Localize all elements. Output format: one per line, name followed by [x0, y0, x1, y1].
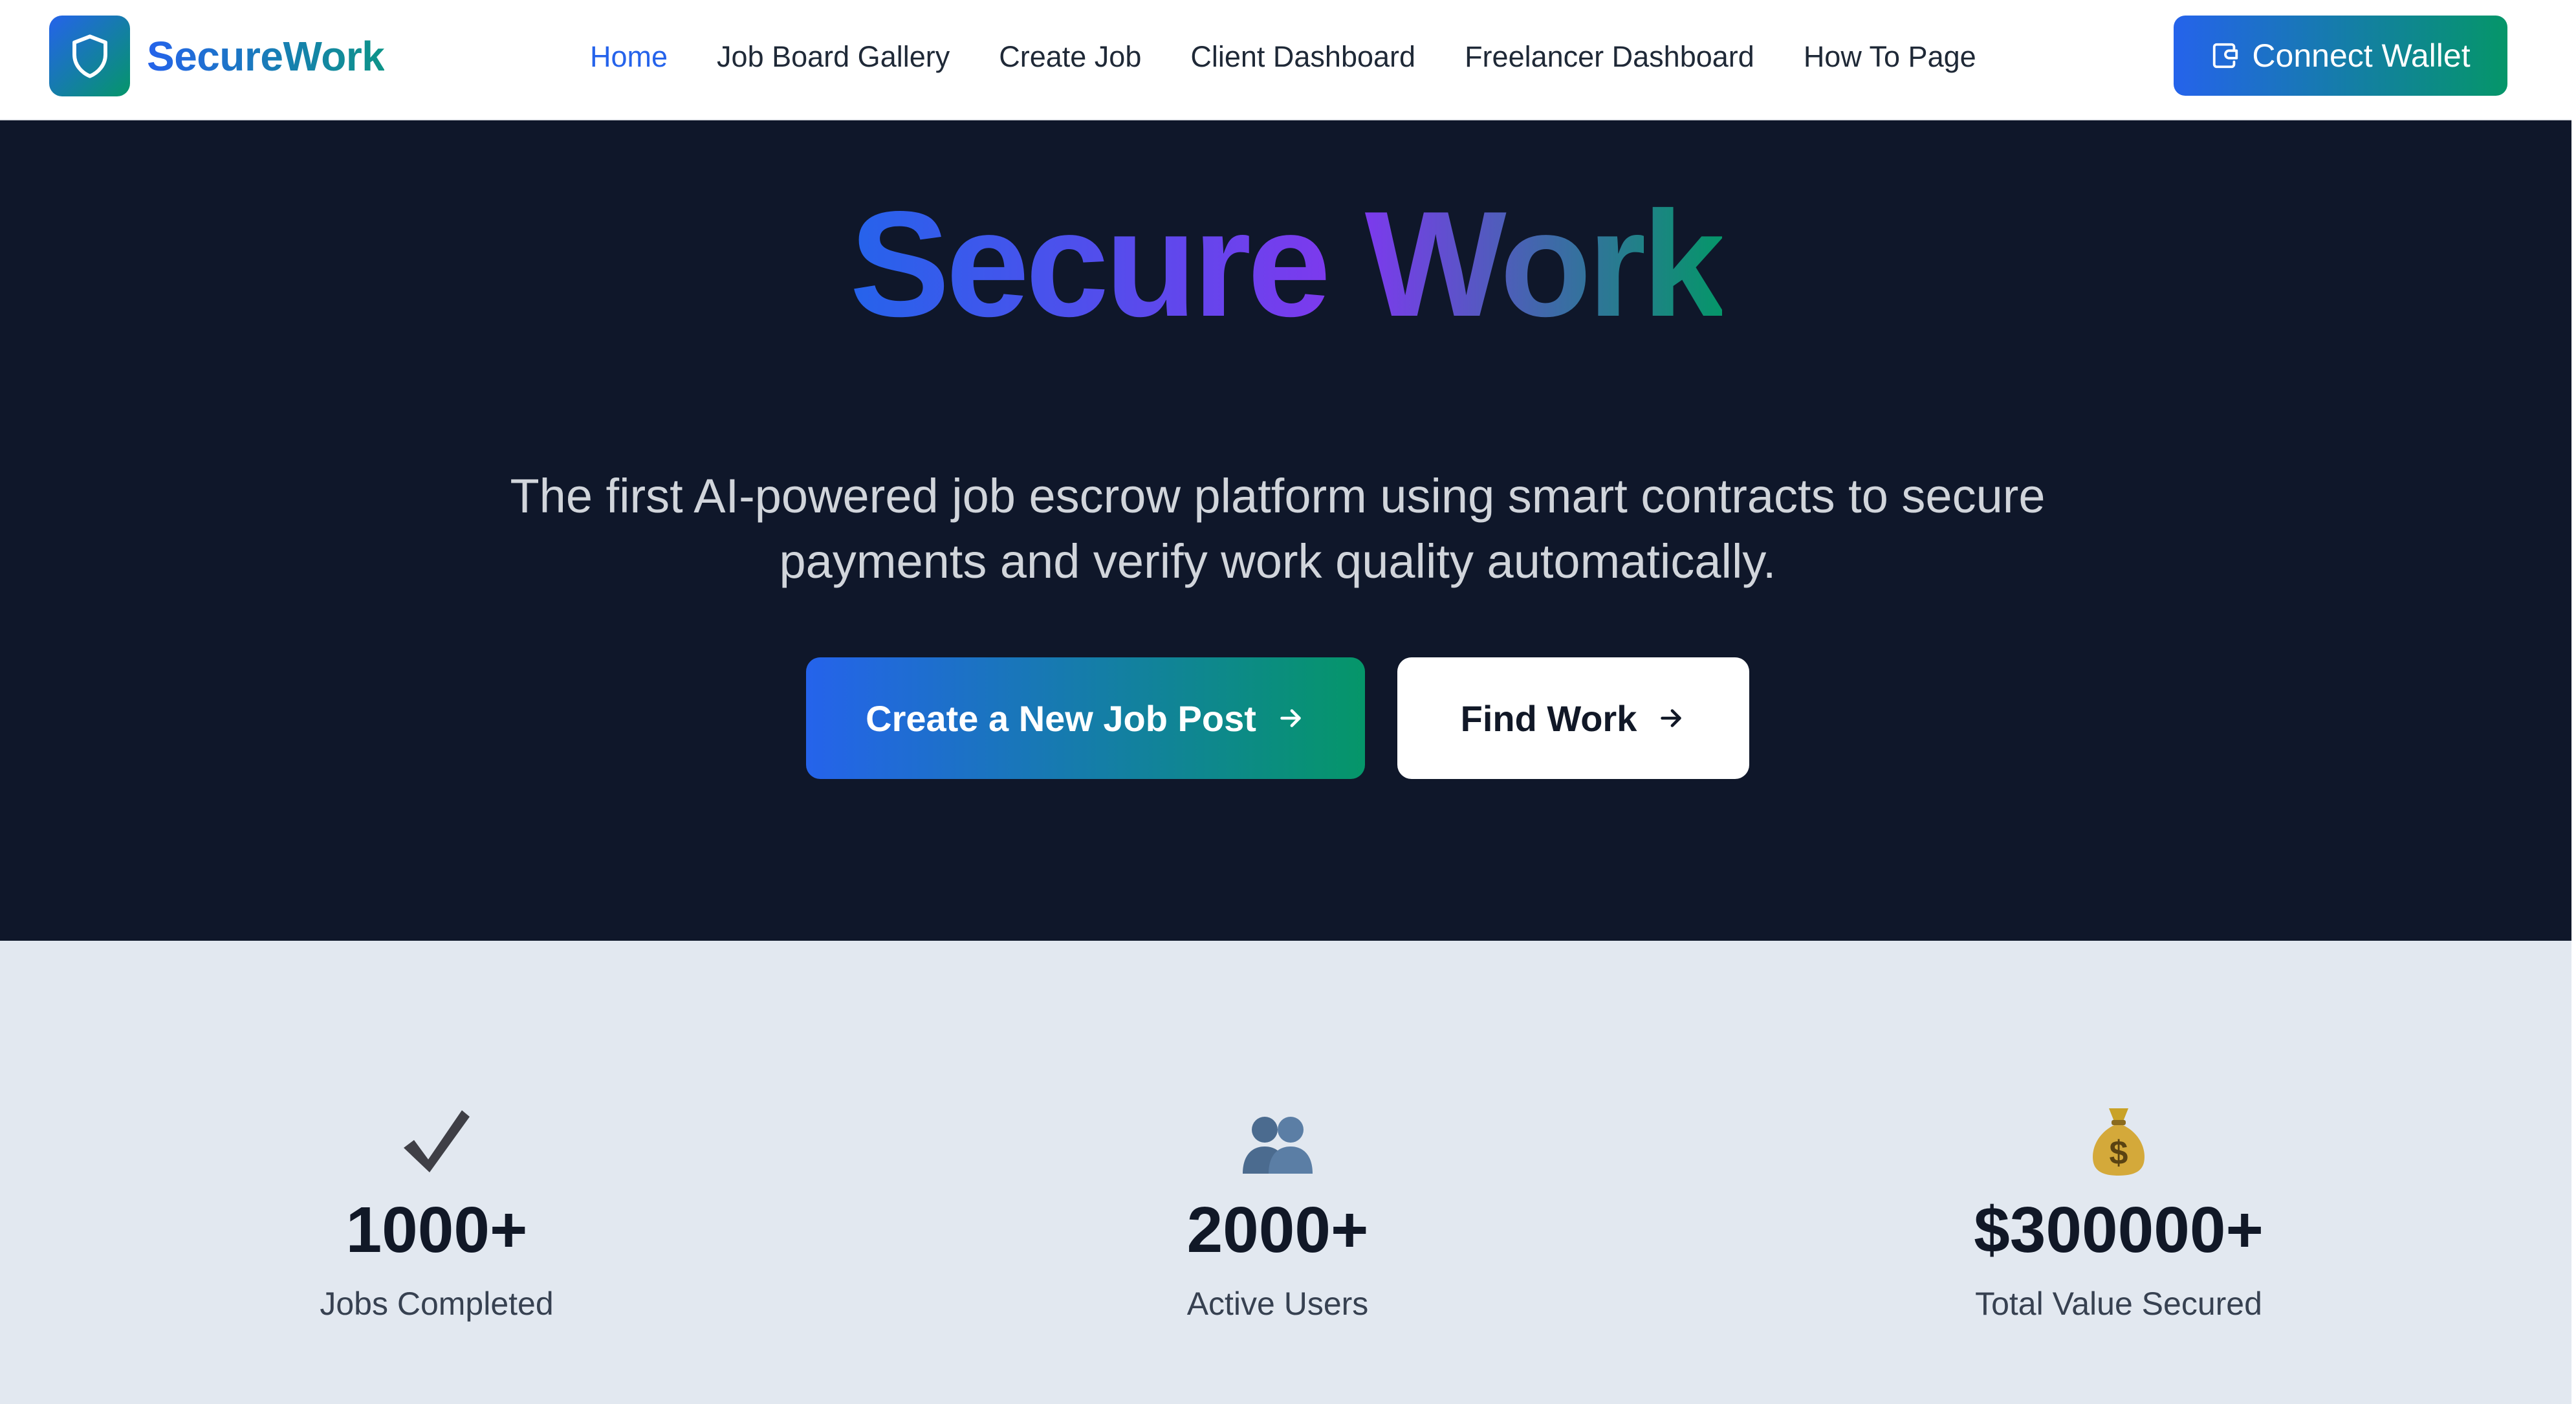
arrow-right-icon [1276, 703, 1305, 733]
hero-title-word-work: Work [1364, 181, 1726, 348]
users-icon [987, 1102, 1569, 1180]
hero-buttons: Create a New Job Post Find Work [0, 657, 2571, 779]
hero-section: Secure Work The first AI-powered job esc… [0, 120, 2571, 941]
find-work-button[interactable]: Find Work [1397, 657, 1749, 779]
navbar: SecureWork Home Job Board Gallery Create… [0, 0, 2571, 120]
check-icon [146, 1102, 728, 1180]
stat-active-users: 2000+ Active Users [987, 1102, 1569, 1322]
create-job-post-label: Create a New Job Post [866, 697, 1256, 739]
hero-title-word-secure: Secure [849, 181, 1331, 348]
find-work-label: Find Work [1460, 697, 1637, 739]
svg-text:$: $ [2110, 1134, 2128, 1172]
nav-item-freelancer-dashboard[interactable]: Freelancer Dashboard [1465, 40, 1754, 74]
nav-item-home[interactable]: Home [590, 40, 668, 74]
stat-value: $300000+ [1974, 1194, 2264, 1266]
stats-section: 1000+ Jobs Completed 2000+ Active Users … [0, 941, 2571, 1404]
brand-name: SecureWork [147, 32, 385, 80]
hero-title: Secure Work [0, 179, 2571, 351]
nav-item-create-job[interactable]: Create Job [999, 40, 1141, 74]
brand[interactable]: SecureWork [49, 16, 385, 96]
nav-item-how-to-page[interactable]: How To Page [1804, 40, 1976, 74]
nav-item-job-board-gallery[interactable]: Job Board Gallery [717, 40, 950, 74]
stat-label: Total Value Secured [1975, 1286, 2262, 1322]
money-bag-icon: $ [1828, 1102, 2410, 1180]
nav-links: Home Job Board Gallery Create Job Client… [590, 36, 1976, 78]
stat-value: 2000+ [1186, 1194, 1369, 1266]
stat-total-value-secured: $ $300000+ Total Value Secured [1828, 1102, 2410, 1322]
create-job-post-button[interactable]: Create a New Job Post [806, 657, 1365, 779]
stat-label: Jobs Completed [320, 1286, 554, 1322]
connect-wallet-label: Connect Wallet [2252, 38, 2471, 74]
nav-item-client-dashboard[interactable]: Client Dashboard [1190, 40, 1415, 74]
wallet-icon [2210, 41, 2252, 71]
shield-logo-icon [49, 16, 130, 96]
stat-jobs-completed: 1000+ Jobs Completed [146, 1102, 728, 1322]
arrow-right-icon [1656, 703, 1686, 733]
connect-wallet-button[interactable]: Connect Wallet [2174, 16, 2507, 96]
stat-value: 1000+ [345, 1194, 528, 1266]
hero-subtitle: The first AI-powered job escrow platform… [510, 469, 2046, 588]
stat-label: Active Users [1186, 1286, 1369, 1322]
